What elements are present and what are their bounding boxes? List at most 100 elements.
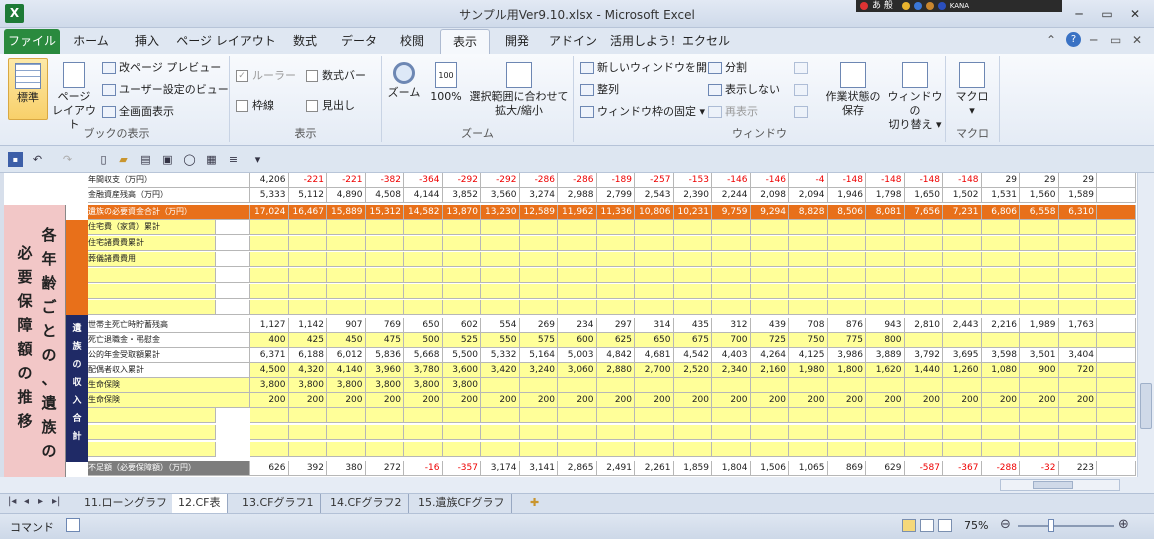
cell[interactable]: 1,142 xyxy=(288,318,327,333)
cell[interactable] xyxy=(1020,220,1059,235)
page-break-preview-button[interactable]: 改ページ プレビュー xyxy=(102,60,221,76)
align-icon[interactable]: ≡ xyxy=(226,152,241,167)
cell[interactable]: -286 xyxy=(558,173,597,188)
cell[interactable] xyxy=(596,408,635,423)
cell[interactable]: 5,836 xyxy=(365,348,404,363)
cell[interactable] xyxy=(442,236,481,251)
cell[interactable] xyxy=(866,268,905,283)
cell[interactable] xyxy=(1097,173,1136,188)
restore-workbook-icon[interactable]: ─ xyxy=(1090,33,1097,47)
cell[interactable] xyxy=(365,284,404,299)
cell[interactable] xyxy=(596,284,635,299)
cell[interactable] xyxy=(519,268,558,283)
cell[interactable]: 1,065 xyxy=(789,461,828,476)
macro-record-icon[interactable] xyxy=(66,518,80,532)
row-label-life1[interactable]: 生命保険 xyxy=(88,378,250,393)
cell[interactable]: 907 xyxy=(327,318,366,333)
cell[interactable] xyxy=(1097,461,1136,476)
cell[interactable]: 200 xyxy=(250,393,289,408)
cell[interactable] xyxy=(481,252,520,267)
cell[interactable]: 200 xyxy=(943,393,982,408)
cell[interactable] xyxy=(288,236,327,251)
cell[interactable] xyxy=(712,300,751,315)
cell[interactable] xyxy=(1020,442,1059,457)
cell[interactable] xyxy=(327,220,366,235)
cell[interactable] xyxy=(904,220,943,235)
cell[interactable]: 4,264 xyxy=(750,348,789,363)
cell[interactable] xyxy=(1058,236,1097,251)
cell[interactable] xyxy=(943,220,982,235)
cell[interactable] xyxy=(827,268,866,283)
cell[interactable]: 3,141 xyxy=(519,461,558,476)
row-label[interactable] xyxy=(88,442,216,457)
cell[interactable] xyxy=(327,268,366,283)
tab-file[interactable]: ファイル xyxy=(4,29,60,54)
cell[interactable]: 1,620 xyxy=(866,363,905,378)
cell[interactable] xyxy=(904,284,943,299)
print-preview-icon[interactable]: ▣ xyxy=(160,152,175,167)
cell[interactable]: 425 xyxy=(288,333,327,348)
cell[interactable] xyxy=(327,236,366,251)
cell[interactable]: 4,842 xyxy=(596,348,635,363)
cell[interactable]: 1,763 xyxy=(1058,318,1097,333)
cell[interactable]: 4,403 xyxy=(712,348,751,363)
need-row-label[interactable] xyxy=(88,284,216,299)
cell[interactable]: 200 xyxy=(519,393,558,408)
cell[interactable]: 2,340 xyxy=(712,363,751,378)
cell[interactable] xyxy=(1097,205,1136,220)
cell[interactable] xyxy=(1020,284,1059,299)
cell[interactable] xyxy=(673,300,712,315)
cell[interactable]: 775 xyxy=(827,333,866,348)
cell[interactable]: 400 xyxy=(250,333,289,348)
cell[interactable]: -587 xyxy=(904,461,943,476)
cell[interactable]: -148 xyxy=(904,173,943,188)
cell[interactable] xyxy=(558,236,597,251)
cell[interactable] xyxy=(596,220,635,235)
cell[interactable] xyxy=(519,408,558,423)
cell[interactable] xyxy=(365,220,404,235)
cell[interactable] xyxy=(673,252,712,267)
cell[interactable]: 200 xyxy=(596,393,635,408)
cell[interactable] xyxy=(1058,300,1097,315)
cell[interactable]: -357 xyxy=(442,461,481,476)
row-label-short[interactable]: 不足額（必要保障額）（万円） xyxy=(88,461,250,476)
cell[interactable] xyxy=(481,408,520,423)
cell[interactable]: 5,500 xyxy=(442,348,481,363)
cell[interactable]: 29 xyxy=(1020,173,1059,188)
cell[interactable] xyxy=(866,220,905,235)
cell[interactable] xyxy=(596,252,635,267)
cell[interactable]: 223 xyxy=(1058,461,1097,476)
cell[interactable]: 200 xyxy=(789,393,828,408)
cell[interactable] xyxy=(327,300,366,315)
cell[interactable]: 629 xyxy=(866,461,905,476)
cell[interactable] xyxy=(904,252,943,267)
cell[interactable]: 600 xyxy=(558,333,597,348)
cell[interactable] xyxy=(827,236,866,251)
cell[interactable] xyxy=(866,425,905,440)
cell[interactable]: 3,800 xyxy=(288,378,327,393)
formula-bar-checkbox[interactable]: 数式バー xyxy=(306,68,366,84)
cell[interactable]: 2,443 xyxy=(943,318,982,333)
cell[interactable]: 200 xyxy=(404,393,443,408)
cell[interactable]: 3,852 xyxy=(442,188,481,203)
cell[interactable] xyxy=(1020,378,1059,393)
cell[interactable] xyxy=(481,220,520,235)
cell[interactable]: 6,806 xyxy=(981,205,1020,220)
cell[interactable]: 626 xyxy=(250,461,289,476)
cell[interactable]: 943 xyxy=(866,318,905,333)
cell[interactable] xyxy=(250,252,289,267)
tab-view[interactable]: 表示 xyxy=(440,29,490,54)
cell[interactable]: 2,810 xyxy=(904,318,943,333)
cell[interactable]: 12,589 xyxy=(519,205,558,220)
cell[interactable] xyxy=(827,284,866,299)
zoom-level[interactable]: 75% xyxy=(964,519,988,532)
vertical-scroll-thumb[interactable] xyxy=(1140,383,1152,429)
cell[interactable]: 575 xyxy=(519,333,558,348)
cell[interactable]: 200 xyxy=(1020,393,1059,408)
first-sheet-icon[interactable]: |◂ xyxy=(8,496,16,507)
cell[interactable]: 1,440 xyxy=(904,363,943,378)
cell[interactable] xyxy=(981,408,1020,423)
cell[interactable]: 5,333 xyxy=(250,188,289,203)
cell[interactable] xyxy=(673,236,712,251)
need-row-label[interactable] xyxy=(88,268,216,283)
